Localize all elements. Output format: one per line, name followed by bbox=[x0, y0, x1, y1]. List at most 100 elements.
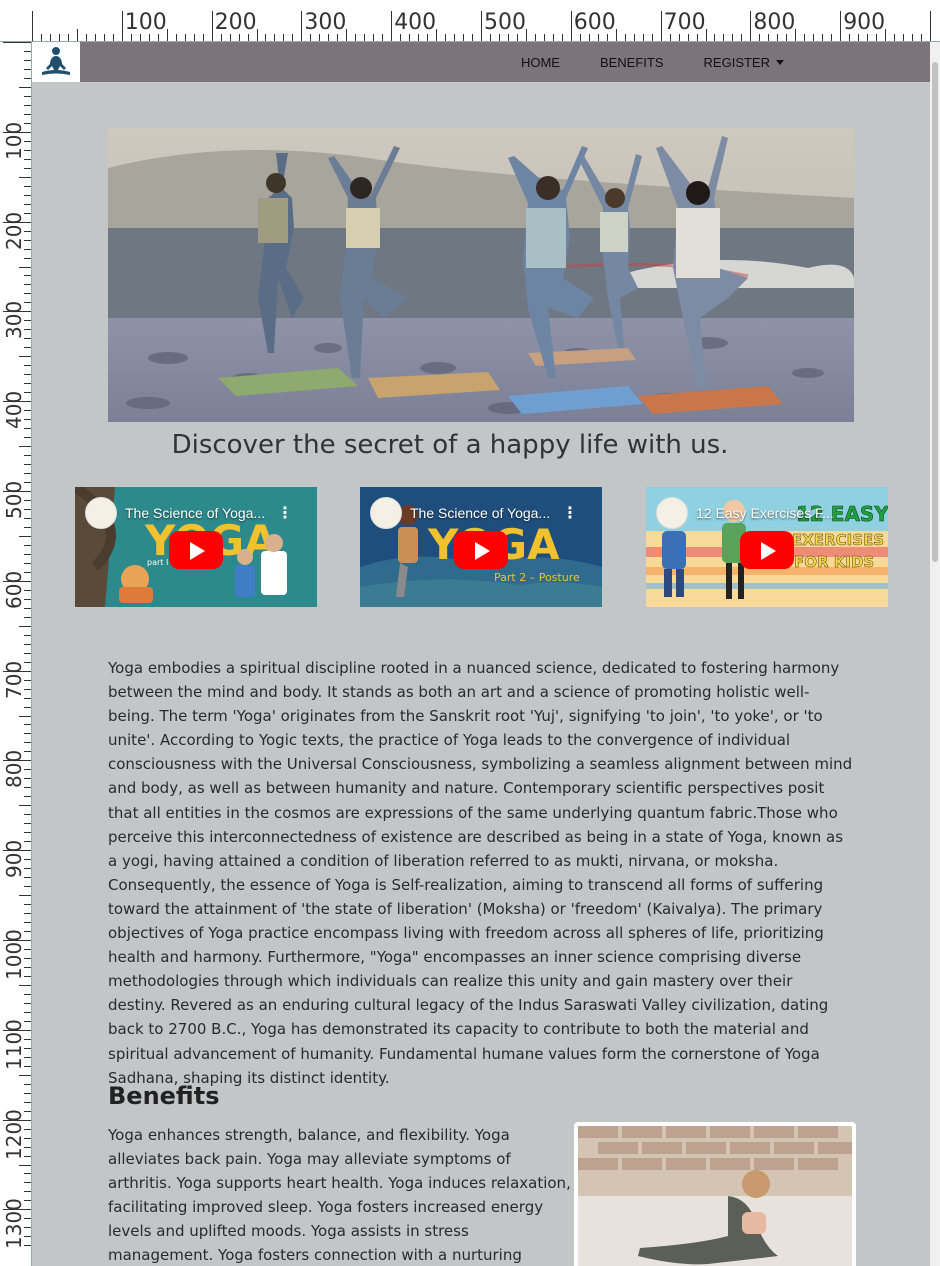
ruler-tick bbox=[373, 34, 375, 41]
ruler-tick bbox=[301, 11, 303, 41]
logo[interactable] bbox=[32, 42, 80, 82]
ruler-tick bbox=[885, 29, 887, 41]
ruler-tick bbox=[24, 616, 31, 618]
svg-text:FOR KIDS: FOR KIDS bbox=[794, 553, 874, 571]
ruler-tick bbox=[445, 34, 447, 41]
ruler-tick bbox=[32, 11, 33, 41]
ruler-tick bbox=[912, 34, 914, 41]
ruler-tick bbox=[24, 464, 31, 466]
ruler-tick bbox=[24, 77, 31, 79]
more-vert-icon[interactable]: ⋮ bbox=[562, 503, 578, 522]
ruler-tick bbox=[534, 34, 536, 41]
ruler-tick bbox=[633, 34, 635, 41]
ruler-label: 800 bbox=[753, 10, 796, 35]
channel-avatar[interactable] bbox=[370, 497, 402, 529]
ruler-label: 1300 bbox=[2, 1198, 26, 1250]
ruler-tick bbox=[894, 34, 896, 41]
ruler-tick bbox=[24, 904, 31, 906]
caret-down-icon bbox=[776, 59, 784, 65]
video-embed-science-of-yoga-1[interactable]: YOGA part I The Science of Yoga... ⋮ bbox=[75, 487, 317, 607]
ruler-tick bbox=[24, 365, 31, 367]
video-title[interactable]: 12 Easy Exercises F... bbox=[696, 505, 834, 521]
ruler-tick bbox=[786, 34, 788, 41]
vertical-scrollbar[interactable] bbox=[930, 42, 940, 1266]
ruler-tick bbox=[211, 11, 213, 41]
ruler-label: 1200 bbox=[2, 1108, 26, 1160]
ruler-tick bbox=[139, 34, 141, 41]
ruler-tick bbox=[85, 34, 87, 41]
ruler-label: 400 bbox=[394, 10, 437, 35]
ruler-tick bbox=[24, 455, 31, 457]
page: HOME BENEFITS REGISTER Discover the secr… bbox=[32, 42, 930, 1266]
ruler-tick bbox=[867, 34, 869, 41]
ruler-tick bbox=[24, 1092, 31, 1094]
ruler-tick bbox=[418, 34, 420, 41]
ruler-tick bbox=[588, 34, 590, 41]
ruler-tick bbox=[804, 34, 806, 41]
video-title[interactable]: The Science of Yoga... bbox=[125, 505, 265, 521]
ruler-tick bbox=[19, 535, 31, 537]
ruler-tick bbox=[391, 11, 393, 41]
ruler-tick bbox=[58, 34, 60, 41]
channel-avatar[interactable] bbox=[656, 497, 688, 529]
ruler-tick bbox=[24, 823, 31, 825]
video-title[interactable]: The Science of Yoga... bbox=[410, 505, 550, 521]
nav-register-label: REGISTER bbox=[703, 54, 770, 70]
ruler-tick bbox=[507, 34, 509, 41]
more-vert-icon[interactable]: ⋮ bbox=[277, 503, 293, 522]
navbar: HOME BENEFITS REGISTER bbox=[32, 42, 930, 82]
ruler-label: 700 bbox=[663, 10, 706, 35]
ruler-tick bbox=[184, 34, 186, 41]
ruler-tick bbox=[40, 34, 42, 41]
nav-benefits-link[interactable]: BENEFITS bbox=[580, 55, 684, 70]
nav-register-dropdown[interactable]: REGISTER bbox=[684, 55, 804, 70]
ruler-tick bbox=[24, 113, 31, 115]
ruler-label: 800 bbox=[2, 750, 26, 789]
ruler-tick bbox=[24, 473, 31, 475]
ruler-tick bbox=[472, 34, 474, 41]
ruler-tick bbox=[561, 34, 563, 41]
ruler-tick bbox=[615, 29, 617, 41]
ruler-tick bbox=[24, 50, 31, 52]
ruler-tick bbox=[409, 34, 411, 41]
ruler-tick bbox=[723, 34, 725, 41]
ruler-tick bbox=[597, 34, 599, 41]
video-row: YOGA part I The Science of Yoga... ⋮ YOG… bbox=[75, 487, 888, 607]
ruler-tick bbox=[822, 34, 824, 41]
ruler-tick bbox=[24, 993, 31, 995]
ruler-tick bbox=[346, 29, 348, 41]
ruler-tick bbox=[148, 34, 150, 41]
ruler-tick bbox=[49, 34, 51, 41]
play-button-icon[interactable] bbox=[740, 531, 794, 569]
benefits-paragraph: Yoga enhances strength, balance, and fle… bbox=[108, 1126, 571, 1265]
play-button-icon[interactable] bbox=[169, 531, 223, 569]
nav-links: HOME BENEFITS REGISTER bbox=[501, 42, 804, 82]
ruler-tick bbox=[24, 922, 31, 924]
ruler-tick bbox=[24, 383, 31, 385]
ruler-tick bbox=[19, 1074, 31, 1076]
ruler-tick bbox=[328, 34, 330, 41]
ruler-label: 700 bbox=[2, 660, 26, 699]
ruler-label: 500 bbox=[2, 480, 26, 519]
svg-text:Part 2 – Posture: Part 2 – Posture bbox=[494, 571, 580, 584]
video-embed-easy-exercises-kids[interactable]: 12 EASY EXERCISES FOR KIDS 12 Easy Exerc… bbox=[646, 487, 888, 607]
ruler-tick bbox=[930, 11, 931, 41]
video-embed-science-of-yoga-2[interactable]: YOGA Part 2 – Posture The Science of Yog… bbox=[360, 487, 602, 607]
ruler-tick bbox=[24, 347, 31, 349]
ruler-tick bbox=[876, 34, 878, 41]
ruler-tick bbox=[579, 34, 581, 41]
scrollbar-thumb[interactable] bbox=[932, 62, 938, 562]
ruler-tick bbox=[24, 742, 31, 744]
ruler-tick bbox=[660, 11, 662, 41]
channel-avatar[interactable] bbox=[85, 497, 117, 529]
play-button-icon[interactable] bbox=[454, 531, 508, 569]
ruler-tick bbox=[705, 29, 707, 41]
ruler-tick bbox=[24, 1002, 31, 1004]
benefits-yoga-photo bbox=[578, 1126, 852, 1266]
ruler-tick bbox=[24, 203, 31, 205]
ruler-tick bbox=[19, 446, 31, 448]
ruler-label: 200 bbox=[214, 10, 257, 35]
ruler-label: 300 bbox=[2, 301, 26, 340]
ruler-tick bbox=[849, 34, 851, 41]
nav-home-link[interactable]: HOME bbox=[501, 55, 580, 70]
